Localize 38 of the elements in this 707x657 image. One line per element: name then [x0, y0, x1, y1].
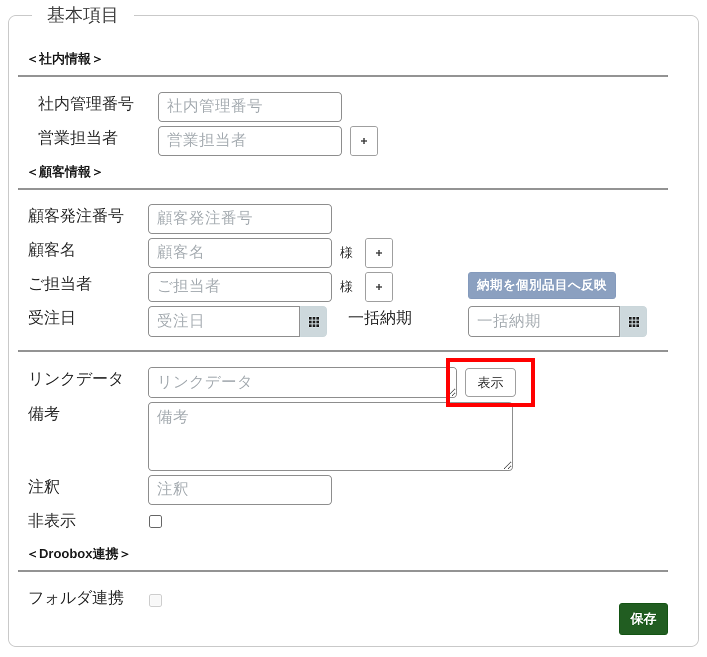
- date-field[interactable]: 受注日: [148, 306, 300, 337]
- calendar-button[interactable]: [620, 306, 647, 337]
- section-heading: ＜Droobox連携＞: [25, 545, 132, 563]
- text-field[interactable]: 営業担当者: [158, 126, 342, 156]
- field-label: 顧客発注番号: [28, 206, 125, 227]
- date-field[interactable]: 一括納期: [468, 306, 620, 337]
- field-label: リンクデータ: [28, 370, 125, 390]
- link-field[interactable]: リンクデータ: [148, 367, 457, 398]
- field-label: 一括納期: [348, 309, 413, 329]
- panel-title: 基本項目: [46, 4, 120, 26]
- add-button[interactable]: +: [365, 272, 393, 302]
- calendar-button[interactable]: [300, 306, 327, 337]
- field-label: 備考: [28, 404, 61, 425]
- notes-field[interactable]: 備考: [148, 402, 513, 471]
- add-button[interactable]: +: [365, 238, 393, 268]
- grid-icon: [308, 316, 318, 326]
- field-label: 非表示: [28, 512, 77, 532]
- field-label: 営業担当者: [38, 128, 119, 149]
- field-label: 受注日: [28, 308, 77, 329]
- save-button[interactable]: 保存: [619, 603, 668, 635]
- section-heading: ＜顧客情報＞: [25, 163, 105, 181]
- text-field[interactable]: 社内管理番号: [158, 92, 342, 122]
- add-button[interactable]: +: [350, 126, 378, 156]
- text-field[interactable]: 顧客発注番号: [148, 204, 332, 234]
- field-label: 注釈: [28, 478, 61, 498]
- field-label: ご担当者: [28, 274, 93, 295]
- text-field[interactable]: 顧客名: [148, 238, 332, 268]
- grid-icon: [628, 316, 638, 326]
- honorific-suffix: 様: [340, 278, 353, 296]
- checkbox[interactable]: [149, 515, 162, 528]
- honorific-suffix: 様: [340, 244, 353, 262]
- text-field[interactable]: 注釈: [148, 475, 332, 505]
- show-button[interactable]: 表示: [465, 368, 516, 397]
- text-field[interactable]: ご担当者: [148, 272, 332, 302]
- field-label: フォルダ連携: [28, 588, 125, 609]
- field-label: 顧客名: [28, 240, 77, 261]
- section-heading: ＜社内情報＞: [25, 50, 105, 68]
- field-label: 社内管理番号: [38, 94, 135, 115]
